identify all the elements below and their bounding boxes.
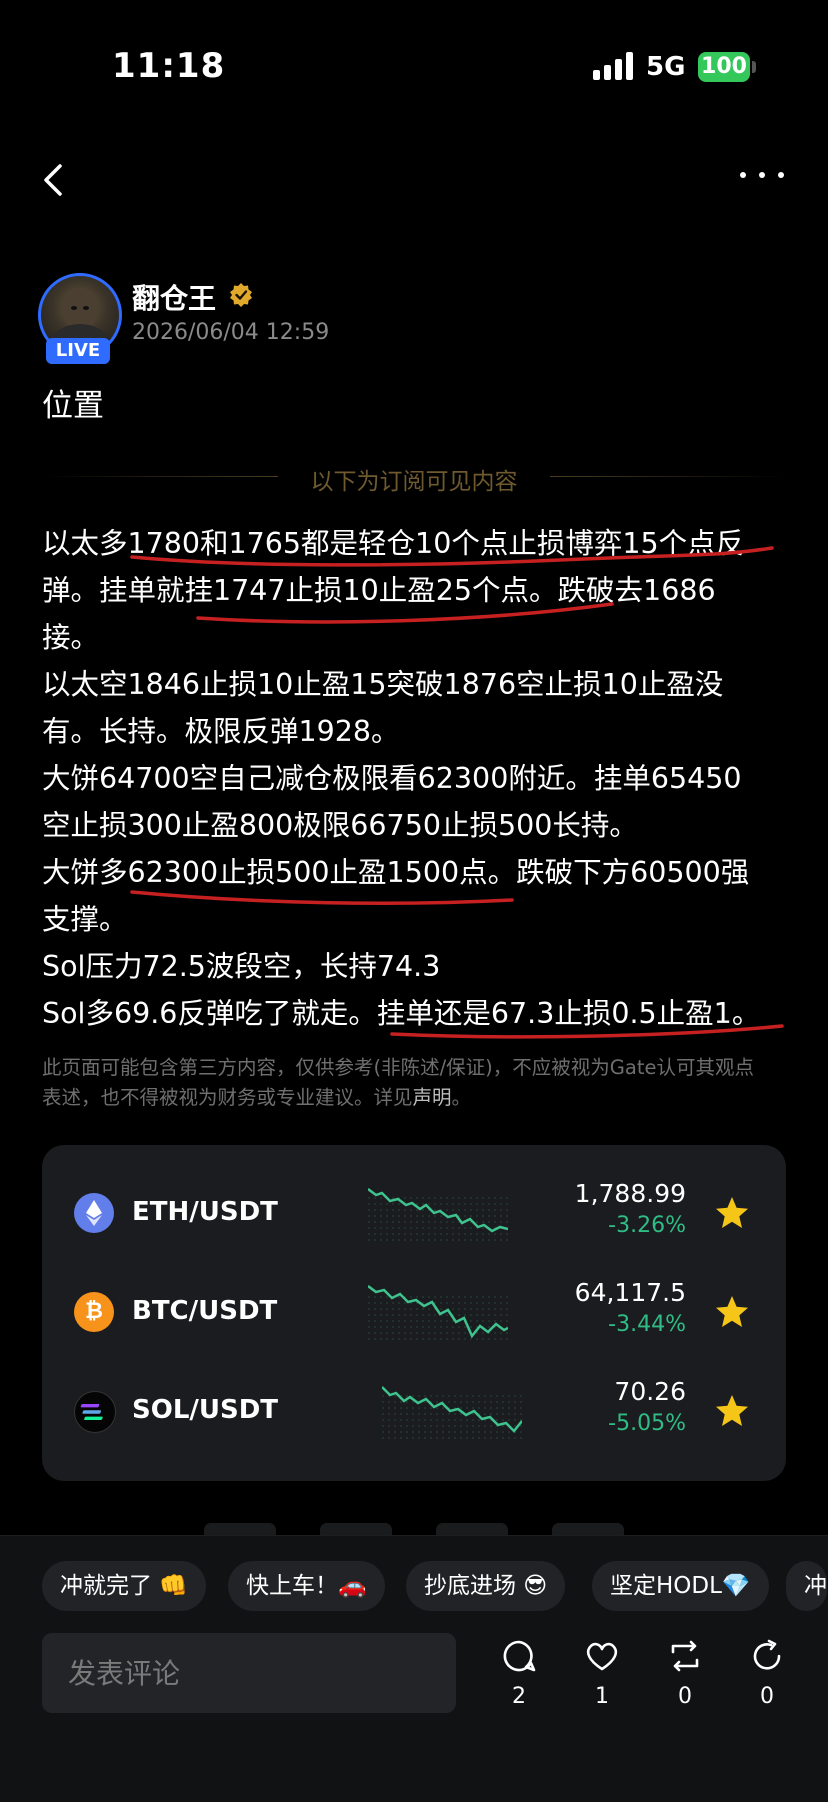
market-row-eth[interactable]: ETH/USDT 1,788.99 -3.26% (42, 1165, 786, 1263)
body-line: 空止损300止盈800极限66750止损500长持。 (42, 809, 638, 842)
signal-icon (593, 52, 635, 80)
repost-count: 0 (678, 1684, 692, 1709)
body-line: 以太空1846止损10止盈15突破1876空止损10止盈没 (42, 668, 724, 701)
quick-reply-chip[interactable]: 坚定HODL💎 (592, 1561, 769, 1611)
price: 64,117.5 (574, 1278, 686, 1307)
heart-icon (586, 1642, 618, 1671)
comment-icon (503, 1640, 536, 1672)
post-timestamp: 2026/06/04 12:59 (132, 320, 330, 345)
sol-icon (74, 1391, 116, 1433)
pair-label: ETH/USDT (132, 1197, 278, 1227)
sparkline-chart (382, 1386, 522, 1441)
quick-reply-chip[interactable]: 快上车！🚗 (228, 1561, 385, 1611)
btc-icon: ₿ (74, 1292, 114, 1332)
comment-placeholder: 发表评论 (68, 1657, 181, 1690)
repost-button[interactable]: 0 (660, 1638, 710, 1709)
quick-reply-chip[interactable]: 冲 (786, 1561, 827, 1611)
share-count: 0 (760, 1684, 774, 1709)
body-line: 接。 (42, 621, 100, 654)
more-options-icon[interactable] (740, 168, 786, 182)
battery-tip (752, 61, 756, 73)
battery-icon: 100 (698, 52, 750, 82)
back-arrow-icon[interactable] (38, 160, 68, 200)
body-line: 弹。挂单就挂1747止损10止盈25个点。跌破去1686 (42, 574, 716, 607)
quick-reply-chip[interactable]: 抄底进场 😎 (406, 1561, 566, 1611)
comment-button[interactable]: 2 (494, 1638, 544, 1709)
body-line: Sol多69.6反弹吃了就走。挂单还是67.3止损0.5止盈1。 (42, 997, 761, 1030)
like-count: 1 (595, 1684, 609, 1709)
subscriber-divider-label: 以下为订阅可见内容 (310, 469, 518, 495)
sparkline-chart (368, 1188, 508, 1243)
market-row-sol[interactable]: SOL/USDT 70.26 -5.05% (42, 1363, 786, 1461)
market-card: ETH/USDT 1,788.99 -3.26% ₿ BTC/USDT 64,1… (42, 1145, 786, 1481)
body-line: 以太多1780和1765都是轻仓10个点止损博弈15个点反 (42, 527, 745, 560)
share-button[interactable]: 0 (742, 1638, 792, 1709)
author-name[interactable]: 翻仓王 (132, 277, 216, 317)
disclaimer: 此页面可能包含第三方内容，仅供参考(非陈述/保证)，不应被视为Gate认可其观点… (42, 1053, 792, 1113)
like-button[interactable]: 1 (577, 1638, 627, 1709)
disclaimer-line: 表述，也不得被视为财务或专业建议。详见 (42, 1086, 413, 1109)
live-badge: LIVE (46, 338, 110, 364)
body-line: 有。长持。极限反弹1928。 (42, 715, 400, 748)
post-title: 位置 (42, 388, 104, 424)
sparkline-chart (368, 1285, 508, 1342)
pair-label: SOL/USDT (132, 1395, 279, 1425)
price: 70.26 (614, 1377, 686, 1406)
price-change: -3.44% (608, 1312, 686, 1337)
status-time: 11:18 (112, 46, 226, 86)
post-body: 以太多1780和1765都是轻仓10个点止损博弈15个点反 弹。挂单就挂1747… (42, 520, 792, 1037)
price-change: -5.05% (608, 1411, 686, 1436)
pair-label: BTC/USDT (132, 1296, 278, 1326)
disclaimer-suffix: 。 (451, 1086, 472, 1109)
market-row-btc[interactable]: ₿ BTC/USDT 64,117.5 -3.44% (42, 1264, 786, 1362)
star-icon[interactable] (714, 1195, 750, 1231)
star-icon[interactable] (714, 1393, 750, 1429)
disclaimer-line: 此页面可能包含第三方内容，仅供参考(非陈述/保证)，不应被视为Gate认可其观点 (42, 1056, 754, 1079)
disclaimer-link[interactable]: 声明 (413, 1086, 452, 1109)
repost-icon (671, 1640, 699, 1672)
body-line: 大饼64700空自己减仓极限看62300附近。挂单65450 (42, 762, 742, 795)
network-label: 5G (646, 52, 686, 82)
share-icon (753, 1639, 781, 1670)
verified-icon (230, 283, 252, 307)
body-line: Sol压力72.5波段空，长持74.3 (42, 950, 441, 983)
body-line: 支撑。 (42, 903, 128, 936)
body-line: 大饼多62300止损500止盈1500点。跌破下方60500强 (42, 856, 750, 889)
price-change: -3.26% (608, 1213, 686, 1238)
price: 1,788.99 (574, 1179, 686, 1208)
eth-icon (74, 1193, 114, 1233)
star-icon[interactable] (714, 1294, 750, 1330)
divider-right (550, 476, 786, 477)
comment-count: 2 (512, 1684, 526, 1709)
quick-reply-chip[interactable]: 冲就完了 👊 (42, 1561, 206, 1611)
